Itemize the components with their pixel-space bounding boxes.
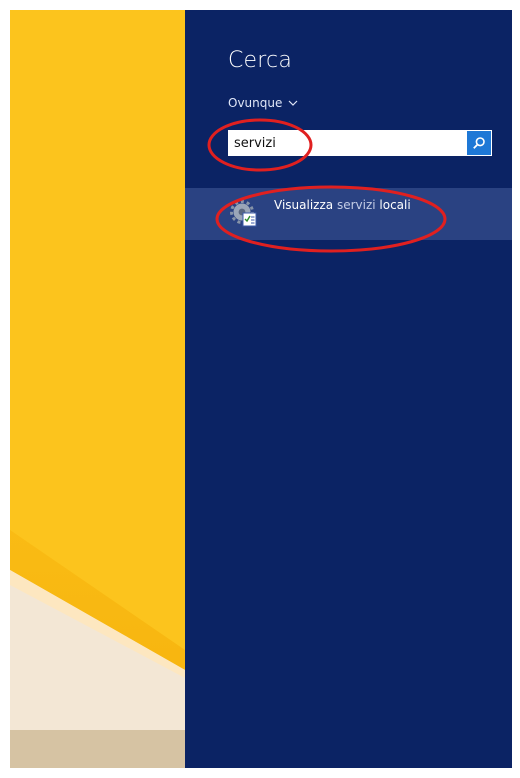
services-icon <box>230 200 257 227</box>
search-result-label: Visualizza servizi locali <box>274 198 411 212</box>
chevron-down-icon <box>288 100 298 106</box>
search-result-item[interactable]: Visualizza servizi locali <box>185 188 512 240</box>
search-button[interactable] <box>467 131 491 155</box>
search-icon <box>473 137 485 149</box>
search-charm-title: Cerca <box>228 48 293 73</box>
result-label-suffix: locali <box>379 198 411 212</box>
search-box <box>228 130 492 156</box>
search-scope-dropdown[interactable]: Ovunque <box>228 96 298 110</box>
wallpaper-graphic <box>10 10 185 768</box>
search-input[interactable] <box>228 130 467 156</box>
search-scope-label: Ovunque <box>228 96 283 110</box>
result-label-prefix: Visualizza <box>274 198 337 212</box>
desktop-wallpaper <box>10 10 185 768</box>
result-label-match: servizi <box>336 198 380 212</box>
search-charm-panel: Cerca Ovunque Visualizza servizi loca <box>185 10 512 768</box>
